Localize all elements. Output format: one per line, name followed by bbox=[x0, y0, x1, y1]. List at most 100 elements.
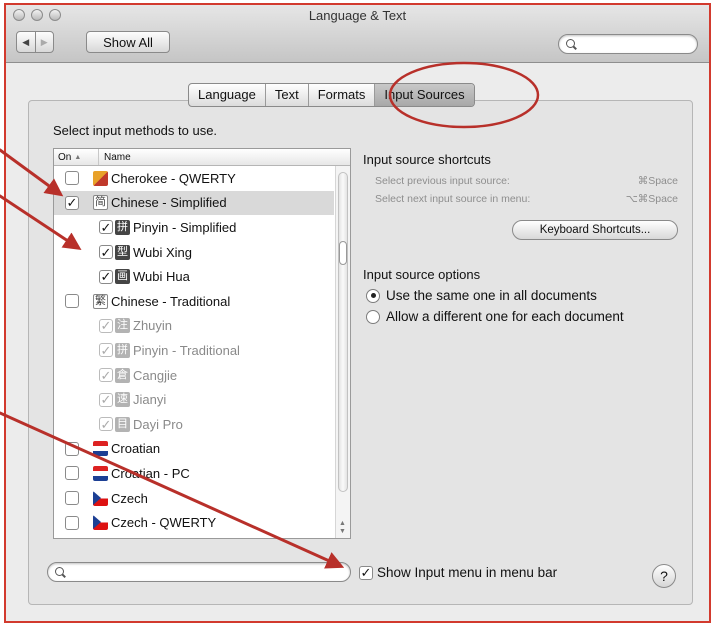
toolbar-search-field[interactable] bbox=[558, 34, 698, 54]
list-item[interactable]: Croatian bbox=[54, 437, 334, 462]
list-header: On ▲ Name bbox=[54, 149, 350, 166]
zhuyin-icon: 注 bbox=[115, 318, 130, 334]
radio-same-source-label: Use the same one in all documents bbox=[386, 288, 597, 303]
list-item-label: Chinese - Simplified bbox=[111, 195, 227, 211]
radio-button[interactable] bbox=[366, 309, 380, 324]
wubi-xing-icon: 型 bbox=[115, 244, 130, 260]
list-item[interactable]: Cherokee - QWERTY bbox=[54, 166, 334, 191]
previous-source-shortcut: Select previous input source: ⌘Space bbox=[375, 175, 678, 187]
list-rows: Cherokee - QWERTY ✓ 简 Chinese - Simplified ✓… bbox=[54, 166, 350, 535]
cherokee-flag-icon bbox=[93, 170, 108, 186]
checkbox[interactable]: ✓ bbox=[65, 195, 79, 210]
scrollbar-track bbox=[338, 172, 348, 492]
help-button[interactable]: ? bbox=[652, 564, 676, 588]
options-title: Input source options bbox=[363, 267, 481, 282]
list-item-label: Pinyin - Simplified bbox=[133, 219, 237, 235]
radio-same-source[interactable]: Use the same one in all documents bbox=[366, 288, 597, 303]
list-item[interactable]: ✓ 画 Wubi Hua bbox=[54, 264, 334, 289]
keyboard-shortcuts-button[interactable]: Keyboard Shortcuts... bbox=[512, 220, 678, 240]
list-item-label: Cherokee - QWERTY bbox=[111, 170, 236, 186]
show-input-menu-checkbox[interactable]: ✓ Show Input menu in menu bar bbox=[359, 565, 557, 580]
tab-input-sources[interactable]: Input Sources bbox=[375, 84, 474, 106]
czech-flag-icon bbox=[93, 490, 108, 506]
checkbox[interactable]: ✓ bbox=[99, 392, 113, 407]
scrollbar-thumb[interactable] bbox=[339, 241, 347, 265]
radio-different-source[interactable]: Allow a different one for each document bbox=[366, 309, 624, 324]
croatian-pc-flag-icon bbox=[93, 465, 108, 481]
title-bar: Language & Text ◀ ▶ Show All bbox=[6, 5, 709, 63]
chinese-traditional-icon: 繁 bbox=[93, 293, 108, 309]
checkbox[interactable] bbox=[65, 294, 79, 309]
list-item[interactable]: 繁 Chinese - Traditional bbox=[54, 289, 334, 314]
list-item[interactable]: ✓ 速 Jianyi bbox=[54, 387, 334, 412]
previous-source-label: Select previous input source: bbox=[375, 175, 510, 187]
back-arrow-icon[interactable]: ◀ bbox=[17, 32, 35, 52]
chinese-simplified-icon: 简 bbox=[93, 195, 108, 211]
checkbox[interactable]: ✓ bbox=[99, 245, 113, 260]
list-item[interactable]: ✓ 型 Wubi Xing bbox=[54, 240, 334, 265]
checkbox[interactable]: ✓ bbox=[359, 565, 373, 580]
search-icon bbox=[55, 567, 64, 576]
list-item-label: Czech - QWERTY bbox=[111, 515, 217, 531]
list-item-label: Zhuyin bbox=[133, 318, 173, 334]
checkbox[interactable]: ✓ bbox=[99, 269, 113, 284]
checkbox[interactable]: ✓ bbox=[99, 417, 113, 432]
list-item-label: Chinese - Traditional bbox=[111, 293, 231, 309]
list-item-label: Dayi Pro bbox=[133, 416, 183, 432]
checkbox[interactable]: ✓ bbox=[99, 343, 113, 358]
forward-arrow-icon[interactable]: ▶ bbox=[34, 32, 54, 52]
dayi-pro-icon: 目 bbox=[115, 416, 130, 432]
checkbox[interactable]: ✓ bbox=[99, 368, 113, 383]
back-forward-control: ◀ ▶ bbox=[16, 31, 54, 53]
checkbox[interactable]: ✓ bbox=[99, 318, 113, 333]
checkbox[interactable] bbox=[65, 441, 79, 456]
checkbox[interactable] bbox=[65, 171, 79, 186]
window-title: Language & Text bbox=[308, 8, 407, 23]
sort-ascending-icon: ▲ bbox=[74, 153, 82, 161]
list-scrollbar[interactable]: ▲ ▼ bbox=[335, 166, 350, 538]
show-input-menu-label: Show Input menu in menu bar bbox=[377, 565, 558, 580]
next-source-shortcut: Select next input source in menu: ⌥⌘Spac… bbox=[375, 193, 678, 205]
checkbox[interactable] bbox=[65, 515, 79, 530]
list-item-label: Czech bbox=[111, 490, 148, 506]
list-prompt: Select input methods to use. bbox=[53, 123, 218, 138]
list-item-label: Croatian bbox=[111, 441, 161, 457]
pinyin-icon: 拼 bbox=[115, 219, 130, 235]
list-item[interactable]: ✓ 倉 Cangjie bbox=[54, 363, 334, 388]
list-item[interactable]: Croatian - PC bbox=[54, 461, 334, 486]
tab-language[interactable]: Language bbox=[189, 84, 266, 106]
list-item[interactable]: ✓ 拼 Pinyin - Simplified bbox=[54, 215, 334, 240]
radio-different-source-label: Allow a different one for each document bbox=[386, 309, 624, 324]
list-item[interactable]: ✓ 简 Chinese - Simplified bbox=[54, 190, 334, 216]
preference-tabs: Language Text Formats Input Sources bbox=[188, 83, 475, 107]
tab-text[interactable]: Text bbox=[266, 84, 309, 106]
croatian-flag-icon bbox=[93, 441, 108, 457]
input-methods-list[interactable]: On ▲ Name Cherokee - QWERTY ✓ 简 Chinese - S… bbox=[53, 148, 351, 539]
column-name[interactable]: Name bbox=[99, 152, 131, 163]
show-all-button[interactable]: Show All bbox=[86, 31, 170, 53]
checkbox[interactable]: ✓ bbox=[99, 220, 113, 235]
search-icon bbox=[566, 39, 575, 48]
shortcuts-title: Input source shortcuts bbox=[363, 152, 491, 167]
jianyi-icon: 速 bbox=[115, 392, 130, 408]
list-item-label: Croatian - PC bbox=[111, 465, 190, 481]
list-item-label: Wubi Xing bbox=[133, 244, 193, 260]
list-item-label: Cangjie bbox=[133, 367, 178, 383]
list-item[interactable]: Czech bbox=[54, 486, 334, 511]
radio-button[interactable] bbox=[366, 288, 380, 303]
list-item-label: Pinyin - Traditional bbox=[133, 342, 240, 358]
list-search-field[interactable] bbox=[47, 562, 351, 582]
checkbox[interactable] bbox=[65, 466, 79, 481]
scroll-arrows-icon[interactable]: ▲ ▼ bbox=[339, 520, 346, 536]
pinyin-traditional-icon: 拼 bbox=[115, 342, 130, 358]
list-item-label: Jianyi bbox=[133, 392, 167, 408]
list-item[interactable]: ✓ 注 Zhuyin bbox=[54, 314, 334, 339]
tab-formats[interactable]: Formats bbox=[309, 84, 376, 106]
column-on[interactable]: On ▲ bbox=[54, 149, 99, 165]
czech-flag-icon bbox=[93, 515, 108, 531]
list-item[interactable]: ✓ 拼 Pinyin - Traditional bbox=[54, 338, 334, 363]
list-item[interactable]: Czech - QWERTY bbox=[54, 510, 334, 535]
checkbox[interactable] bbox=[65, 491, 79, 506]
list-item[interactable]: ✓ 目 Dayi Pro bbox=[54, 412, 334, 437]
wubi-hua-icon: 画 bbox=[115, 269, 130, 285]
